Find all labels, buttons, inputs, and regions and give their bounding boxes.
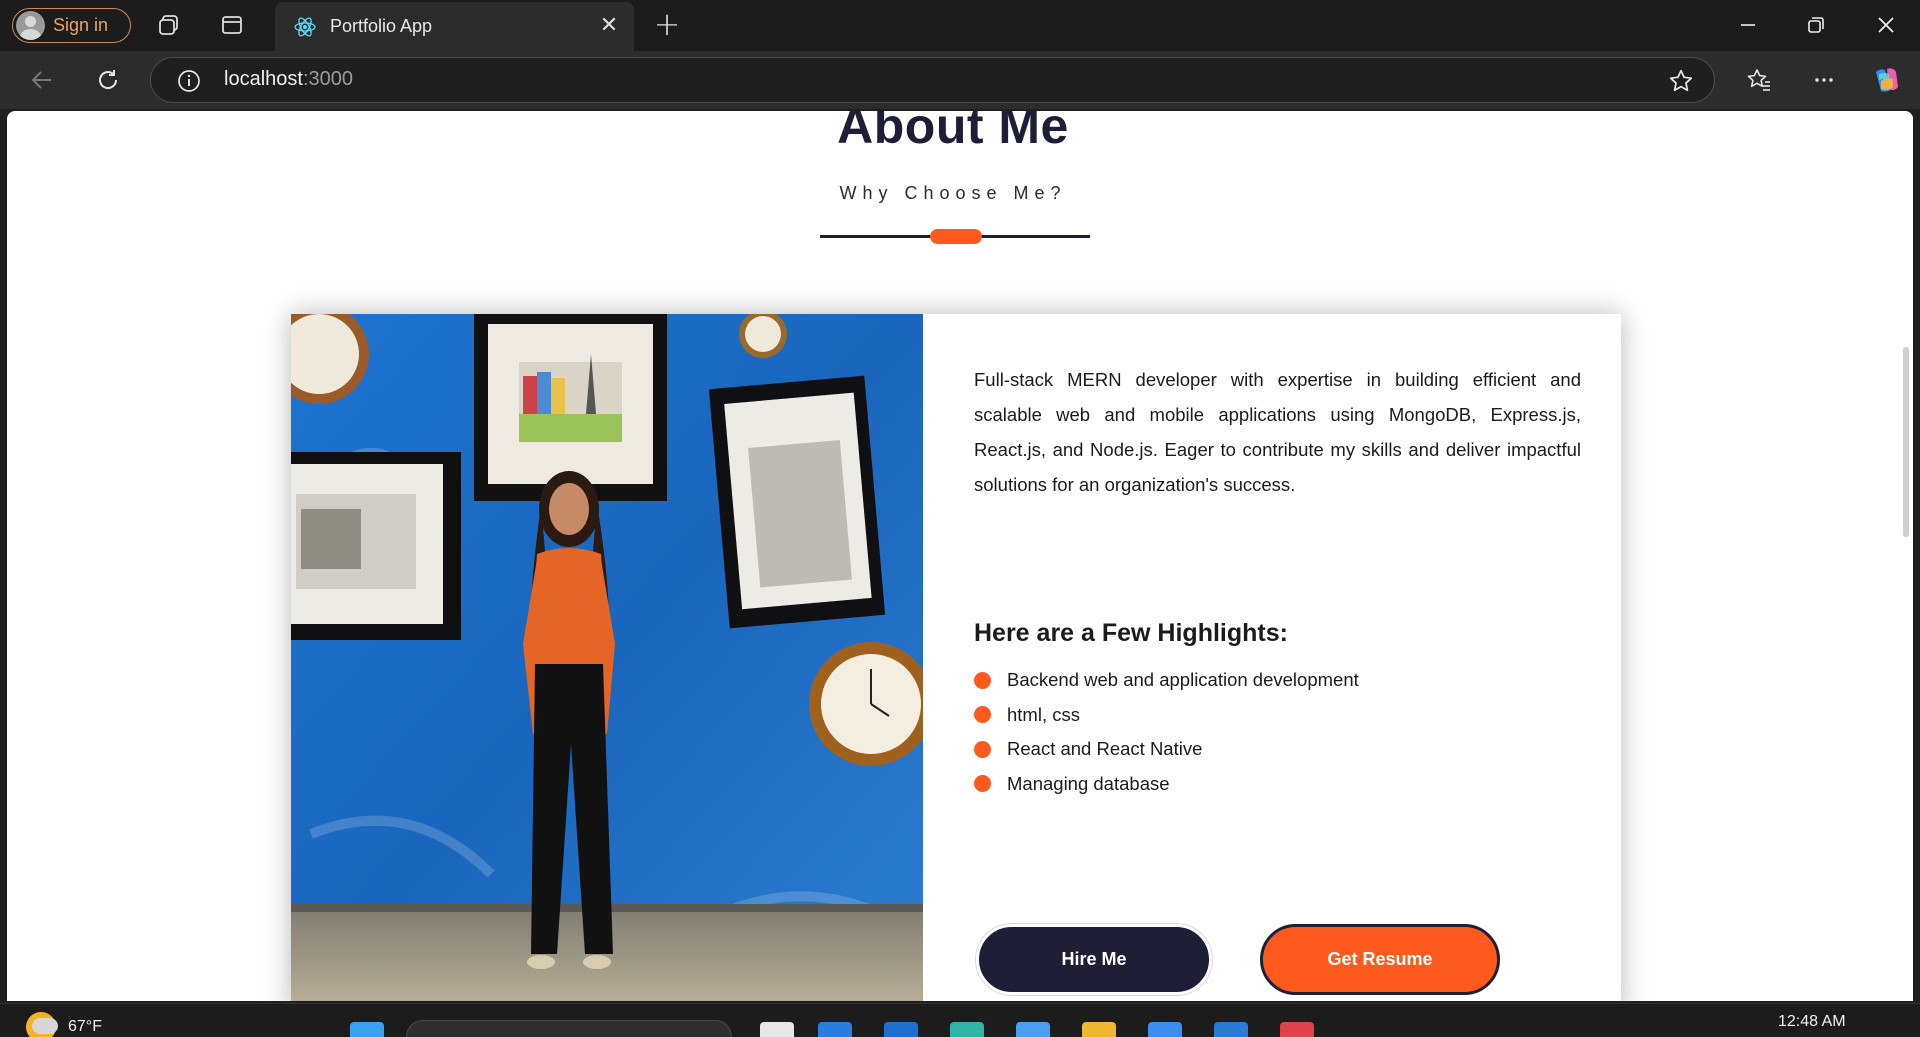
favorite-star-icon[interactable]: [1668, 68, 1694, 94]
list-item: React and React Native: [974, 732, 1359, 767]
highlight-text: React and React Native: [1007, 738, 1203, 760]
profile-photo: [291, 314, 923, 1001]
page-viewport: About Me Why Choose Me? Full-stack MERN …: [7, 111, 1913, 1001]
refresh-icon[interactable]: [93, 65, 123, 95]
url-text: localhost:3000: [224, 68, 353, 91]
get-resume-button[interactable]: Get Resume: [1260, 924, 1500, 995]
highlights-title: Here are a Few Highlights:: [974, 619, 1288, 647]
file-explorer-icon[interactable]: [1082, 1022, 1116, 1037]
url-host: localhost: [224, 68, 303, 90]
windows-taskbar: 67°F 12:48 AM: [0, 1003, 1920, 1037]
bio-text: Full-stack MERN developer with expertise…: [974, 369, 1581, 495]
highlight-text: Managing database: [1007, 772, 1170, 794]
about-card: Full-stack MERN developer with expertise…: [291, 314, 1621, 1001]
highlight-text: Backend web and application development: [1007, 669, 1359, 691]
back-arrow-icon[interactable]: [27, 65, 57, 95]
list-item: Managing database: [974, 767, 1359, 802]
close-window-icon[interactable]: [1866, 10, 1906, 40]
react-icon: [294, 16, 316, 37]
temperature-text: 67°F: [68, 1018, 102, 1035]
bullet-icon: [974, 740, 991, 758]
tab-strip: Sign in Portfolio App ✕ +: [0, 0, 1920, 51]
page-title: About Me: [837, 111, 1069, 154]
bullet-icon: [974, 775, 991, 793]
more-options-icon[interactable]: [1809, 65, 1839, 95]
taskbar-app-icon[interactable]: [884, 1022, 918, 1037]
avatar-icon: [16, 11, 45, 40]
divider-accent: [930, 229, 982, 244]
highlights-list: Backend web and application development …: [974, 663, 1359, 801]
new-tab-button[interactable]: +: [652, 8, 682, 42]
sign-in-label: Sign in: [53, 15, 109, 35]
scrollbar-thumb[interactable]: [1903, 347, 1909, 537]
bullet-icon: [974, 706, 991, 724]
list-item: Backend web and application development: [974, 663, 1359, 698]
taskbar-app-icon[interactable]: [1148, 1022, 1182, 1037]
sign-in-button[interactable]: Sign in: [12, 8, 131, 43]
site-info-icon[interactable]: [177, 69, 201, 93]
page-scrollbar[interactable]: [1899, 111, 1913, 1001]
restore-icon[interactable]: [1796, 10, 1836, 40]
browser-toolbar: localhost:3000: [0, 51, 1920, 109]
title-divider: [820, 229, 1090, 244]
tab-actions-icon[interactable]: [219, 12, 245, 38]
taskbar-app-icon[interactable]: [760, 1022, 794, 1037]
page-subtitle: Why Choose Me?: [839, 183, 1067, 203]
minimize-icon[interactable]: [1728, 10, 1768, 40]
favorites-icon[interactable]: [1744, 65, 1774, 95]
highlight-text: html, css: [1007, 703, 1080, 725]
weather-icon: [26, 1012, 58, 1037]
weather-widget[interactable]: 67°F: [26, 1012, 102, 1037]
bullet-icon: [974, 671, 991, 689]
list-item: html, css: [974, 698, 1359, 733]
taskbar-app-icon[interactable]: [818, 1022, 852, 1037]
hire-me-button[interactable]: Hire Me: [976, 924, 1212, 995]
address-bar[interactable]: localhost:3000: [150, 57, 1715, 103]
url-port: :3000: [302, 68, 353, 90]
start-icon[interactable]: [350, 1022, 384, 1037]
taskbar-app-icon[interactable]: [1280, 1022, 1314, 1037]
clock-time: 12:48 AM: [1778, 1013, 1846, 1030]
close-tab-icon[interactable]: ✕: [598, 15, 620, 37]
workspaces-icon[interactable]: [156, 12, 182, 38]
edge-icon[interactable]: [950, 1022, 984, 1037]
taskbar-app-icon[interactable]: [1016, 1022, 1050, 1037]
vscode-icon[interactable]: [1214, 1022, 1248, 1037]
copilot-icon[interactable]: [1871, 65, 1901, 95]
taskbar-search[interactable]: [406, 1020, 732, 1037]
tab-portfolio-app[interactable]: Portfolio App ✕: [275, 2, 634, 51]
tab-title: Portfolio App: [330, 16, 433, 36]
